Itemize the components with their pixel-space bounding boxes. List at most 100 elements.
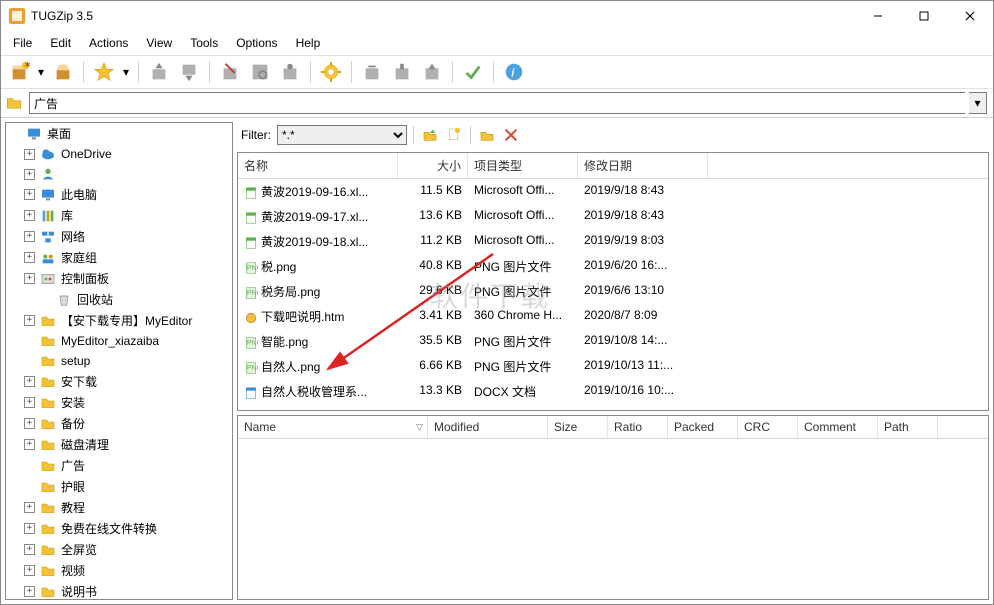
tree-item[interactable]: +备份 bbox=[6, 413, 232, 434]
maximize-button[interactable] bbox=[901, 1, 947, 31]
menu-options[interactable]: Options bbox=[228, 33, 285, 53]
tree-item[interactable]: 护眼 bbox=[6, 476, 232, 497]
file-row[interactable]: PNG税.png40.8 KBPNG 图片文件2019/6/20 16:... bbox=[238, 254, 988, 279]
settings-button[interactable] bbox=[319, 60, 343, 84]
tree-item[interactable]: +视频 bbox=[6, 560, 232, 581]
expand-icon[interactable]: + bbox=[24, 439, 35, 450]
path-dropdown-button[interactable]: ▾ bbox=[969, 92, 987, 114]
expand-icon[interactable]: + bbox=[24, 523, 35, 534]
archive-col-ratio[interactable]: Ratio bbox=[608, 416, 668, 438]
tree-item[interactable]: +家庭组 bbox=[6, 247, 232, 268]
tree-item[interactable]: + 安下载 bbox=[6, 371, 232, 392]
file-row[interactable]: 下载吧说明.htm3.41 KB360 Chrome H...2020/8/7 … bbox=[238, 304, 988, 329]
col-date[interactable]: 修改日期 bbox=[578, 153, 708, 178]
menu-actions[interactable]: Actions bbox=[81, 33, 136, 53]
open-archive-button[interactable] bbox=[51, 60, 75, 84]
expand-icon[interactable]: + bbox=[24, 397, 35, 408]
file-row[interactable]: 广告.zip201 KB360压缩 ZIP 文...2020/9/22 14:.… bbox=[238, 404, 988, 411]
archive-col-crc[interactable]: CRC bbox=[738, 416, 798, 438]
expand-icon[interactable]: + bbox=[24, 565, 35, 576]
open-folder-button[interactable] bbox=[477, 125, 497, 145]
tree-item[interactable]: 广告 bbox=[6, 455, 232, 476]
expand-icon[interactable]: + bbox=[24, 149, 35, 160]
close-button[interactable] bbox=[947, 1, 993, 31]
tree-item[interactable]: + 控制面板 bbox=[6, 268, 232, 289]
archive-col-name[interactable]: Name▽ bbox=[238, 416, 428, 438]
archive-col-modified[interactable]: Modified bbox=[428, 416, 548, 438]
tree-item[interactable]: +OneDrive bbox=[6, 144, 232, 164]
file-row[interactable]: 黄波2019-09-18.xl...11.2 KBMicrosoft Offi.… bbox=[238, 229, 988, 254]
file-row[interactable]: PNG智能.png35.5 KBPNG 图片文件2019/10/8 14:... bbox=[238, 329, 988, 354]
tree-item[interactable]: +此电脑 bbox=[6, 184, 232, 205]
archive-col-comment[interactable]: Comment bbox=[798, 416, 878, 438]
expand-icon[interactable]: + bbox=[24, 315, 35, 326]
help-button[interactable]: i bbox=[502, 60, 526, 84]
tree-item[interactable]: +说明书 bbox=[6, 581, 232, 600]
expand-icon[interactable]: + bbox=[24, 586, 35, 597]
menu-edit[interactable]: Edit bbox=[42, 33, 79, 53]
minimize-button[interactable] bbox=[855, 1, 901, 31]
archive-contents[interactable]: Name▽ModifiedSizeRatioPackedCRCCommentPa… bbox=[237, 415, 989, 600]
expand-icon[interactable]: + bbox=[24, 376, 35, 387]
file-row[interactable]: PNG税务局.png29.6 KBPNG 图片文件2019/6/6 13:10 bbox=[238, 279, 988, 304]
expand-icon[interactable]: + bbox=[24, 502, 35, 513]
repair-button[interactable] bbox=[390, 60, 414, 84]
expand-icon[interactable]: + bbox=[24, 231, 35, 242]
expand-icon[interactable]: + bbox=[24, 189, 35, 200]
menu-file[interactable]: File bbox=[5, 33, 40, 53]
file-list[interactable]: 名称 大小 项目类型 修改日期 黄波2019-09-16.xl...11.5 K… bbox=[237, 152, 989, 411]
menu-view[interactable]: View bbox=[138, 33, 180, 53]
tree-item[interactable]: MyEditor_xiazaiba bbox=[6, 331, 232, 351]
tree-item[interactable]: 回收站 bbox=[6, 289, 232, 310]
tree-item[interactable]: +全屏览 bbox=[6, 539, 232, 560]
tree-item[interactable]: +【安下载专用】MyEditor bbox=[6, 310, 232, 331]
favorites-button[interactable] bbox=[92, 60, 116, 84]
archive-col-packed[interactable]: Packed bbox=[668, 416, 738, 438]
file-row[interactable]: 黄波2019-09-17.xl...13.6 KBMicrosoft Offi.… bbox=[238, 204, 988, 229]
delete-button[interactable] bbox=[218, 60, 242, 84]
test-button[interactable] bbox=[461, 60, 485, 84]
col-name[interactable]: 名称 bbox=[238, 153, 398, 178]
tree-label: 控制面板 bbox=[61, 270, 109, 287]
tree-item[interactable]: +安装 bbox=[6, 392, 232, 413]
view-button[interactable] bbox=[248, 60, 272, 84]
new-file-button[interactable] bbox=[444, 125, 464, 145]
folder-tree[interactable]: 桌面+OneDrive++此电脑+库+网络+家庭组+控制面板回收站+【安下载专用… bbox=[5, 122, 233, 600]
expand-icon[interactable]: + bbox=[24, 169, 35, 180]
tree-label: 安下载 bbox=[61, 373, 97, 390]
chevron-down-icon[interactable]: ▾ bbox=[122, 65, 130, 79]
tree-item[interactable]: +免费在线文件转换 bbox=[6, 518, 232, 539]
expand-icon[interactable]: + bbox=[24, 544, 35, 555]
filter-select[interactable]: *.* bbox=[277, 125, 407, 145]
col-type[interactable]: 项目类型 bbox=[468, 153, 578, 178]
menu-help[interactable]: Help bbox=[288, 33, 329, 53]
scan-button[interactable] bbox=[420, 60, 444, 84]
archive-col-size[interactable]: Size bbox=[548, 416, 608, 438]
extract-button[interactable] bbox=[177, 60, 201, 84]
expand-icon[interactable]: + bbox=[24, 418, 35, 429]
col-size[interactable]: 大小 bbox=[398, 153, 468, 178]
file-row[interactable]: 自然人税收管理系...13.3 KBDOCX 文档2019/10/16 10:.… bbox=[238, 379, 988, 404]
up-folder-button[interactable] bbox=[420, 125, 440, 145]
tree-item[interactable]: setup bbox=[6, 351, 232, 371]
tree-item[interactable]: +磁盘清理 bbox=[6, 434, 232, 455]
expand-icon[interactable]: + bbox=[24, 252, 35, 263]
add-button[interactable] bbox=[147, 60, 171, 84]
expand-icon[interactable]: + bbox=[24, 210, 35, 221]
delete-filter-button[interactable] bbox=[501, 125, 521, 145]
expand-icon[interactable]: + bbox=[24, 273, 35, 284]
tree-item[interactable]: 桌面 bbox=[6, 123, 232, 144]
convert-button[interactable] bbox=[360, 60, 384, 84]
path-input[interactable] bbox=[29, 92, 965, 114]
tree-item[interactable]: +教程 bbox=[6, 497, 232, 518]
tree-item[interactable]: + bbox=[6, 164, 232, 184]
new-archive-button[interactable]: ✶ bbox=[7, 60, 31, 84]
file-row[interactable]: PNG自然人.png6.66 KBPNG 图片文件2019/10/13 11:.… bbox=[238, 354, 988, 379]
tree-item[interactable]: +网络 bbox=[6, 226, 232, 247]
install-button[interactable] bbox=[278, 60, 302, 84]
file-row[interactable]: 黄波2019-09-16.xl...11.5 KBMicrosoft Offi.… bbox=[238, 179, 988, 204]
archive-col-path[interactable]: Path bbox=[878, 416, 938, 438]
tree-item[interactable]: +库 bbox=[6, 205, 232, 226]
menu-tools[interactable]: Tools bbox=[182, 33, 226, 53]
chevron-down-icon[interactable]: ▾ bbox=[37, 65, 45, 79]
